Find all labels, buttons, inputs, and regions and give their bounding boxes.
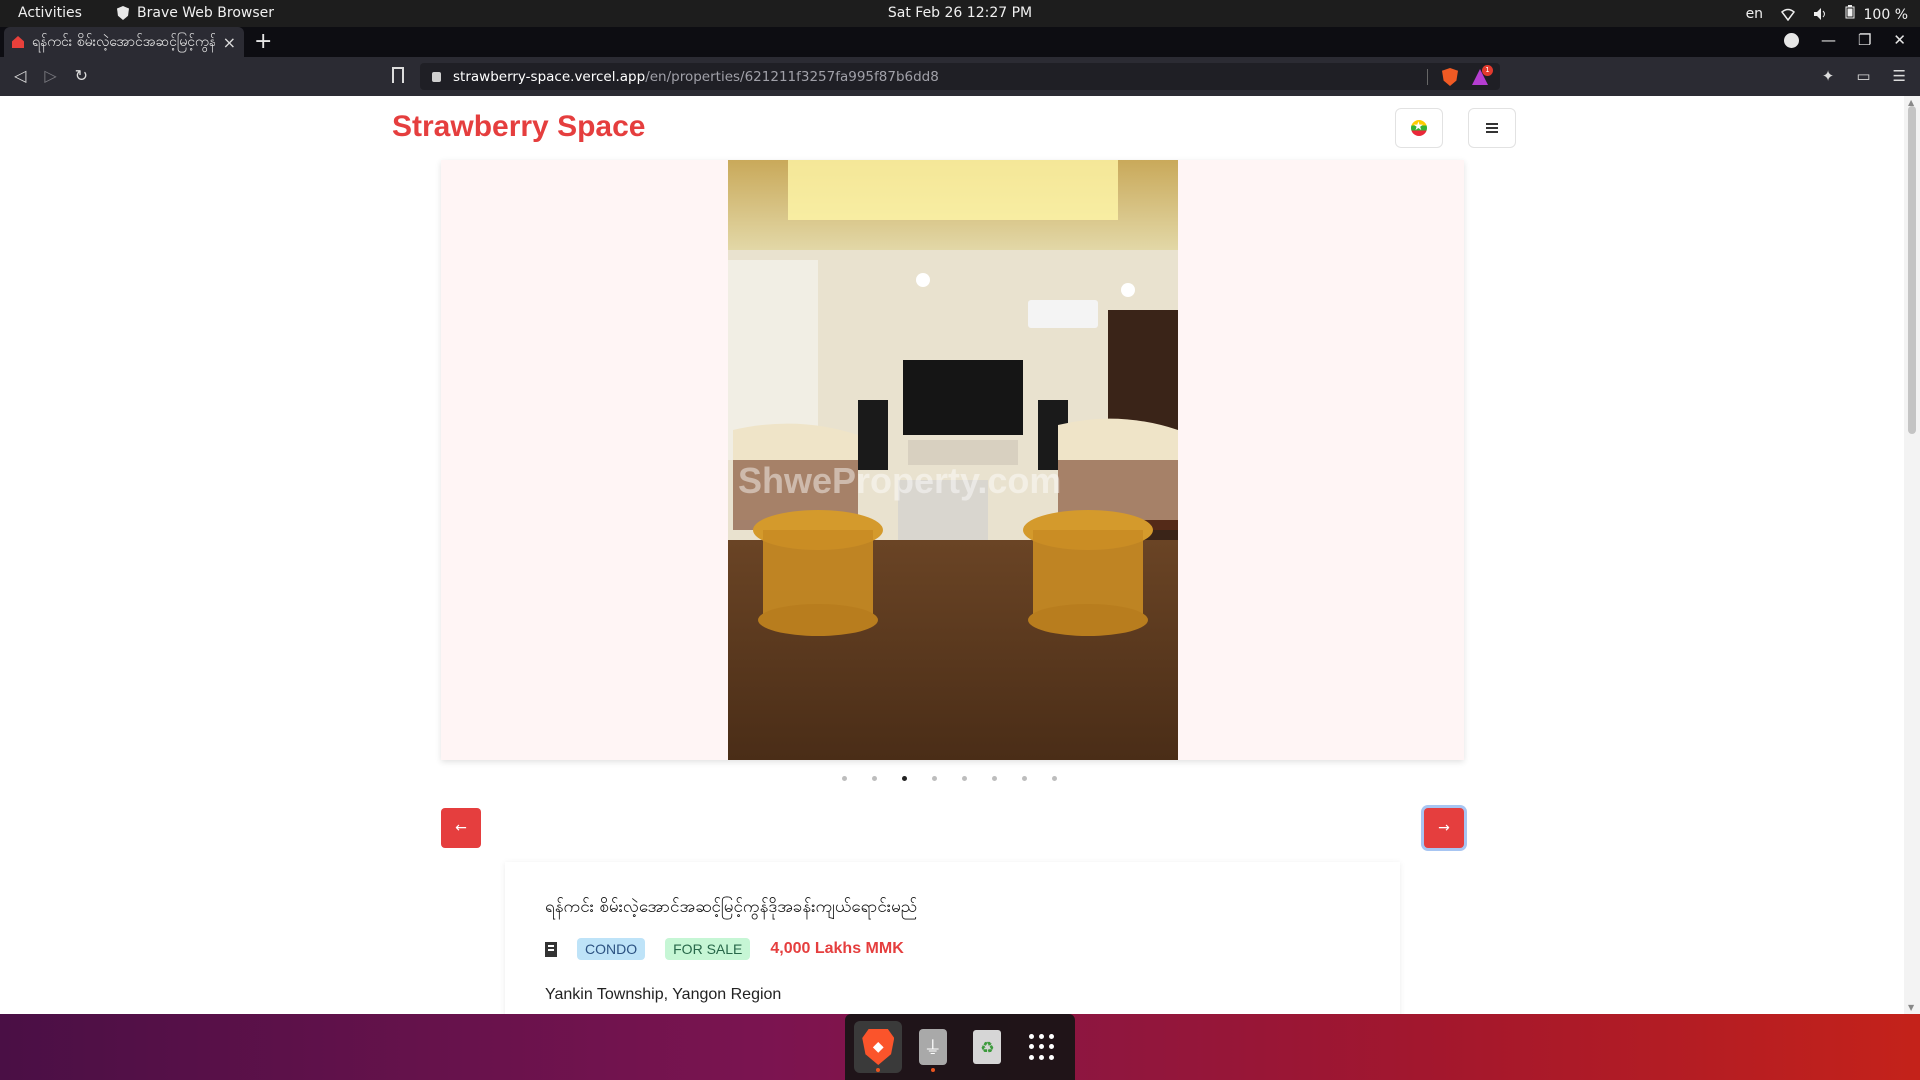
- scrollbar-thumb[interactable]: [1908, 106, 1916, 434]
- toolbar-right: ✦ ▭ ☰: [1822, 67, 1906, 85]
- property-photo: ShweProperty.com: [728, 160, 1178, 760]
- carousel-dot[interactable]: [902, 776, 907, 781]
- tab-close-icon[interactable]: ×: [223, 33, 236, 52]
- wifi-icon: [1781, 7, 1796, 22]
- watermark-text: ShweProperty.com: [738, 460, 1062, 501]
- window-close-icon[interactable]: ✕: [1893, 31, 1906, 49]
- listing-card: ရန်ကင်း စိမ်းလဲ့အောင်အဆင့်မြင့်ကွန်ဒိုအခ…: [505, 862, 1400, 1014]
- carousel-next-button[interactable]: →: [1424, 808, 1464, 848]
- listing-meta: CONDO FOR SALE 4,000 Lakhs MMK: [545, 938, 904, 960]
- wallet-icon[interactable]: ▭: [1856, 67, 1870, 85]
- brave-shields-icon[interactable]: [1442, 68, 1458, 86]
- listing-location: Yankin Township, Yangon Region: [545, 986, 782, 1003]
- web-page: Strawberry Space ★ ShweProperty.com ← → …: [0, 96, 1904, 1014]
- running-indicator: [876, 1068, 881, 1072]
- carousel-dot[interactable]: [842, 776, 847, 781]
- battery-indicator: 100 %: [1845, 5, 1908, 23]
- tab-active[interactable]: ရန်ကင်း စိမ်းလဲ့အောင်အဆင့်မြင့်ကွန်ဒိုအခ…: [4, 27, 244, 57]
- tab-title: ရန်ကင်း စိမ်းလဲ့အောင်အဆင့်မြင့်ကွန်ဒိုအခ…: [32, 33, 215, 50]
- language-indicator[interactable]: en: [1746, 6, 1764, 22]
- tab-strip: ရန်ကင်း စိမ်းလဲ့အောင်အဆင့်မြင့်ကွန်ဒိုအခ…: [0, 27, 1920, 57]
- forward-icon[interactable]: ▷: [44, 66, 56, 85]
- window-controls: — ❐ ✕: [1783, 31, 1906, 49]
- carousel-prev-button[interactable]: ←: [441, 808, 481, 848]
- type-badge: CONDO: [577, 938, 646, 960]
- browser-toolbar: ◁ ▷ ↻ strawberry-space.vercel.app/en/pro…: [0, 57, 1920, 96]
- url-host: strawberry-space.vercel.app: [453, 68, 646, 85]
- carousel-dot[interactable]: [992, 776, 997, 781]
- usb-drive-icon: ⏚: [918, 1029, 947, 1065]
- dock-trash[interactable]: ♻: [963, 1021, 1011, 1073]
- dock-usb[interactable]: ⏚: [909, 1021, 957, 1073]
- volume-icon: [1813, 7, 1827, 21]
- listing-price: 4,000 Lakhs MMK: [770, 940, 904, 957]
- trash-icon: ♻: [973, 1030, 1002, 1064]
- restore-icon[interactable]: ❐: [1858, 31, 1871, 49]
- hamburger-icon: [1486, 123, 1498, 133]
- page-scrollbar[interactable]: ▲ ▼: [1904, 96, 1920, 1014]
- battery-percent: 100 %: [1863, 7, 1908, 23]
- dock-brave[interactable]: ◆: [854, 1021, 903, 1073]
- clock[interactable]: Sat Feb 26 12:27 PM: [0, 5, 1920, 21]
- listing-title: ရန်ကင်း စိမ်းလဲ့အောင်အဆင့်မြင့်ကွန်ဒိုအခ…: [545, 897, 918, 917]
- carousel-dot[interactable]: [932, 776, 937, 781]
- app-grid-icon: [1028, 1034, 1055, 1060]
- status-badge: FOR SALE: [665, 938, 751, 960]
- carousel-dot[interactable]: [872, 776, 877, 781]
- image-carousel[interactable]: ShweProperty.com: [441, 160, 1464, 760]
- rewards-badge: 1: [1482, 65, 1493, 76]
- lock-icon[interactable]: [432, 71, 441, 82]
- extensions-icon[interactable]: ✦: [1822, 67, 1835, 85]
- dock-app-grid[interactable]: [1018, 1021, 1066, 1073]
- address-bar[interactable]: strawberry-space.vercel.app/en/propertie…: [420, 63, 1500, 90]
- system-tray[interactable]: en 100 %: [1746, 5, 1908, 23]
- building-icon: [545, 941, 557, 957]
- nav-buttons: ◁ ▷ ↻: [14, 66, 88, 85]
- address-separator: [1427, 69, 1428, 85]
- battery-icon: [1845, 5, 1859, 19]
- language-switcher-button[interactable]: [1395, 108, 1443, 148]
- reload-icon[interactable]: ↻: [75, 66, 88, 85]
- downloads-icon[interactable]: [1783, 32, 1799, 48]
- bookmark-icon[interactable]: [392, 67, 404, 83]
- new-tab-button[interactable]: +: [254, 29, 272, 54]
- carousel-indicators: [842, 776, 1057, 781]
- carousel-dot[interactable]: [962, 776, 967, 781]
- minimize-icon[interactable]: —: [1821, 31, 1836, 49]
- running-indicator: [930, 1068, 935, 1072]
- carousel-dot[interactable]: [1022, 776, 1027, 781]
- url-path: /en/properties/621211f3257fa995f87b6dd8: [645, 68, 939, 85]
- carousel-dot[interactable]: [1052, 776, 1057, 781]
- menu-icon[interactable]: ☰: [1893, 67, 1906, 85]
- brave-browser-icon: ◆: [862, 1029, 895, 1065]
- system-top-bar: Activities Brave Web Browser Sat Feb 26 …: [0, 0, 1920, 27]
- back-icon[interactable]: ◁: [14, 66, 26, 85]
- scroll-down-icon[interactable]: ▼: [1908, 1003, 1914, 1012]
- home-favicon-icon: [12, 36, 24, 48]
- menu-button[interactable]: [1468, 108, 1516, 148]
- myanmar-flag-icon: [1411, 119, 1427, 136]
- site-logo[interactable]: Strawberry Space: [392, 110, 645, 144]
- dock: ◆ ⏚ ♻: [845, 1014, 1075, 1080]
